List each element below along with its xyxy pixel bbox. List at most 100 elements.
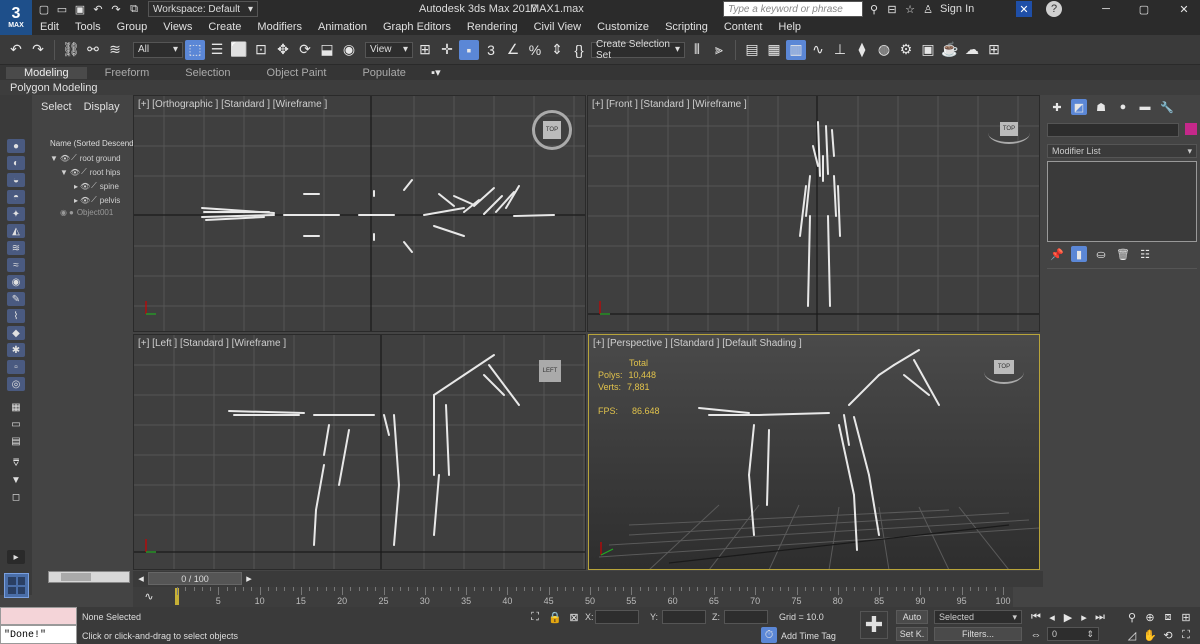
display-all-icon[interactable]: ◐ (7, 156, 25, 170)
scene-tree-item[interactable]: ◉ ● Object001 (60, 208, 113, 217)
expand-explorer-icon[interactable]: ▸ (7, 550, 25, 564)
viewport-orthographic-canvas[interactable] (134, 96, 586, 332)
helpers-filter-icon[interactable]: ≋ (7, 241, 25, 255)
cameras-filter-icon[interactable]: ◭ (7, 224, 25, 238)
key-mode-toggle-icon[interactable]: ⇔ (1028, 627, 1044, 643)
search-input[interactable]: Type a keyword or phrase (723, 1, 863, 17)
menu-help[interactable]: Help (770, 21, 809, 33)
containers-filter-icon[interactable]: ◆ (7, 326, 25, 340)
rectangular-selection-icon[interactable]: ⬜ (229, 40, 249, 60)
undo-small-icon[interactable]: ↶ (90, 1, 106, 17)
render-setup-icon[interactable]: ⚙ (896, 40, 916, 60)
menu-modifiers[interactable]: Modifiers (249, 21, 310, 33)
rendered-frame-window-icon[interactable]: ▣ (918, 40, 938, 60)
absolute-mode-icon[interactable]: ⊠ (566, 609, 582, 625)
expand-arrow-icon[interactable]: ▼ (50, 154, 58, 163)
toggle-layer-explorer-icon[interactable]: ▦ (764, 40, 784, 60)
time-tag-icon[interactable]: ⏱ (761, 627, 777, 643)
binoculars-icon[interactable]: ⚲ (866, 1, 882, 17)
x-coord-field[interactable] (595, 610, 639, 624)
particles-filter-icon[interactable]: ✱ (7, 343, 25, 357)
shapes-filter-icon[interactable]: ◓ (7, 190, 25, 204)
viewcube-face-label[interactable]: TOP (994, 360, 1014, 374)
display-panel-icon[interactable]: ▬ (1137, 99, 1153, 115)
go-to-start-icon[interactable]: ⏮ (1028, 609, 1044, 625)
ribbon-tab-freeform[interactable]: Freeform (87, 67, 168, 79)
viewport-perspective[interactable]: [+] [Perspective ] [Standard ] [Default … (588, 334, 1040, 570)
ribbon-tab-modeling[interactable]: Modeling (6, 66, 87, 79)
time-slider-thumb[interactable]: 0 / 100 (148, 572, 242, 585)
hidden-filter-icon[interactable]: ◎ (7, 377, 25, 391)
a360-gallery-icon[interactable]: ⊞ (984, 40, 1004, 60)
ribbon-tab-populate[interactable]: Populate (344, 67, 423, 79)
next-frame-icon[interactable]: ▸ (1076, 609, 1092, 625)
scene-tree-item[interactable]: ▸ 👁 ⟋ spine (74, 181, 119, 191)
object-color-swatch[interactable] (1185, 123, 1197, 135)
scene-horizontal-scrollbar[interactable] (48, 571, 130, 583)
scrollbar-thumb[interactable] (61, 573, 91, 581)
project-folder-icon[interactable]: ⧉ (126, 1, 142, 17)
motion-panel-icon[interactable]: ● (1115, 99, 1131, 115)
menu-group[interactable]: Group (109, 21, 156, 33)
next-frame-arrow-icon[interactable]: ▸ (243, 571, 255, 585)
zoom-extents-icon[interactable]: ⧈ (1160, 609, 1176, 625)
groups-filter-icon[interactable]: ◉ (7, 275, 25, 289)
viewcube[interactable]: TOP (532, 110, 572, 150)
open-file-icon[interactable]: ▭ (54, 1, 70, 17)
favorite-star-icon[interactable]: ☆ (902, 1, 918, 17)
frozen-filter-icon[interactable]: ▫ (7, 360, 25, 374)
sign-in-link[interactable]: Sign In (940, 3, 974, 15)
scene-tab-select[interactable]: Select (41, 101, 72, 113)
visibility-eye-icon[interactable]: ◉ (60, 208, 67, 217)
exchange-apps-icon[interactable]: ✕ (1016, 1, 1032, 17)
select-dependents-icon[interactable]: ▤ (7, 434, 25, 448)
expand-arrow-icon[interactable]: ▸ (74, 182, 78, 191)
play-icon[interactable]: ▶ (1060, 609, 1076, 625)
spinner-snap-icon[interactable]: ⇕ (547, 40, 567, 60)
filter-funnel-alt-icon[interactable]: ▼ (7, 473, 25, 487)
zoom-extents-all-icon[interactable]: ⊞ (1178, 609, 1194, 625)
unlink-icon[interactable]: ⚯ (83, 40, 103, 60)
menu-create[interactable]: Create (200, 21, 249, 33)
ribbon-panel-label[interactable]: Polygon Modeling (10, 82, 97, 94)
redo-icon[interactable]: ↷ (28, 40, 48, 60)
close-window-icon[interactable]: ✕ (1176, 1, 1192, 17)
select-manipulate-icon[interactable]: ✛ (437, 40, 457, 60)
maximize-window-icon[interactable]: ▢ (1136, 1, 1152, 17)
viewcube[interactable]: TOP (984, 360, 1024, 384)
visibility-eye-icon[interactable]: 👁 (80, 196, 90, 205)
expand-arrow-icon[interactable]: ▼ (60, 168, 68, 177)
schematic-view-icon[interactable]: ⧫ (852, 40, 872, 60)
curve-editor-icon[interactable]: ∿ (808, 40, 828, 60)
pivot-center-icon[interactable]: ⊞ (415, 40, 435, 60)
menu-tools[interactable]: Tools (67, 21, 109, 33)
go-to-end-icon[interactable]: ⏭ (1092, 609, 1108, 625)
menu-views[interactable]: Views (155, 21, 200, 33)
dope-sheet-icon[interactable]: ⊥ (830, 40, 850, 60)
configure-modifier-sets-icon[interactable]: ☷ (1137, 246, 1153, 262)
menu-civil-view[interactable]: Civil View (526, 21, 589, 33)
lights-filter-icon[interactable]: ✦ (7, 207, 25, 221)
ribbon-options-icon[interactable]: ▪▾ (424, 65, 448, 81)
isolate-selection-icon[interactable]: ⛶ (527, 609, 543, 625)
named-selection-set-dropdown[interactable]: Create Selection Set ▾ (591, 39, 685, 61)
move-icon[interactable]: ✥ (273, 40, 293, 60)
show-end-result-icon[interactable]: ▮ (1071, 246, 1087, 262)
minimize-window-icon[interactable]: ─ (1098, 1, 1114, 17)
menu-rendering[interactable]: Rendering (459, 21, 526, 33)
y-coord-field[interactable] (662, 610, 706, 624)
viewcube[interactable]: LEFT (539, 360, 561, 382)
zoom-icon[interactable]: ⚲ (1124, 609, 1140, 625)
reference-coordinate-dropdown[interactable]: View ▾ (365, 41, 413, 58)
prev-frame-arrow-icon[interactable]: ◂ (135, 571, 147, 585)
visibility-eye-icon[interactable]: 👁 (80, 182, 90, 191)
window-crossing-icon[interactable]: ⊡ (251, 40, 271, 60)
object-name-field[interactable] (1047, 123, 1179, 137)
zoom-all-icon[interactable]: ⊕ (1142, 609, 1158, 625)
filter-funnel-icon[interactable]: ⩢ (7, 456, 25, 470)
keyboard-shortcut-override-icon[interactable]: ▪ (459, 39, 479, 60)
maxscript-output[interactable]: "Done!" (0, 625, 77, 644)
menu-animation[interactable]: Animation (310, 21, 375, 33)
toggle-ribbon-icon[interactable]: ▥ (786, 39, 806, 60)
spacewarps-filter-icon[interactable]: ≈ (7, 258, 25, 272)
